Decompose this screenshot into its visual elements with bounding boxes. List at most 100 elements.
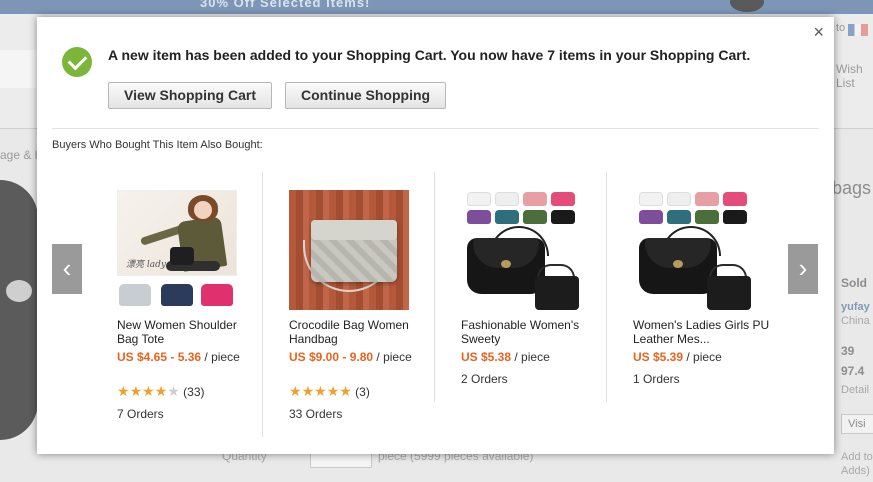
- photo-detail: [170, 247, 194, 265]
- photo-signature: 漂亮 lady: [126, 260, 166, 270]
- view-shopping-cart-button[interactable]: View Shopping Cart: [108, 82, 272, 109]
- color-swatch: [723, 210, 747, 224]
- product-price: US $9.00 - 9.80 / piece: [289, 350, 429, 364]
- ship-to-label: to: [836, 22, 846, 34]
- star-icon: ★: [301, 383, 315, 399]
- order-count: 1 Orders: [633, 372, 680, 386]
- product-rating: ★★★★★ (33): [117, 383, 205, 400]
- seller-name[interactable]: yufay: [841, 300, 870, 314]
- recommendation-carousel: ‹ › 漂亮 lady New Women Shoulder Bag Tote …: [37, 172, 834, 442]
- product-rating: ★★★★★ (3): [289, 383, 370, 400]
- chevron-right-icon[interactable]: ›: [788, 244, 818, 294]
- wish-list-link[interactable]: Wish List: [836, 62, 873, 90]
- product-image[interactable]: [461, 190, 581, 310]
- price-amount: US $5.38: [461, 350, 512, 364]
- add-to-cart-modal: × A new item has been added to your Shop…: [37, 17, 834, 454]
- star-icon: ★: [154, 383, 168, 399]
- color-swatch: [639, 210, 663, 224]
- product-photo-clasp: [6, 280, 32, 302]
- seller-stat-feedback: 97.4: [841, 364, 865, 378]
- price-unit: / piece: [201, 350, 240, 364]
- product-title[interactable]: New Women Shoulder Bag Tote: [117, 318, 257, 346]
- photo-detail: [707, 276, 751, 310]
- photo-detail: [311, 220, 397, 240]
- color-swatch: [639, 192, 663, 206]
- visit-store-button[interactable]: Visi: [841, 414, 873, 434]
- product-photo-black-bag: [633, 190, 753, 310]
- product-image[interactable]: [633, 190, 753, 310]
- close-icon[interactable]: ×: [813, 23, 824, 41]
- product-price: US $5.38 / piece: [461, 350, 601, 364]
- seller-country: China: [841, 315, 870, 327]
- product-image[interactable]: 漂亮 lady: [117, 190, 237, 306]
- rating-count[interactable]: (33): [183, 385, 204, 399]
- check-circle-icon: [62, 47, 92, 77]
- carousel-divider: [262, 172, 263, 437]
- color-swatch: [467, 210, 491, 224]
- star-icon: ★: [167, 383, 180, 399]
- product-title-fragment: bags: [832, 178, 872, 198]
- price-unit: / piece: [683, 350, 722, 364]
- product-photo-black-bag: [461, 190, 581, 310]
- divider: [52, 128, 819, 129]
- product-title[interactable]: Fashionable Women's Sweety: [461, 318, 601, 346]
- cart-confirmation-message: A new item has been added to your Shoppi…: [108, 47, 751, 63]
- photo-detail: [535, 276, 579, 310]
- seller-stat-score: 39: [841, 344, 855, 358]
- star-icon: ★: [339, 383, 352, 399]
- star-icon: ★: [326, 383, 340, 399]
- promo-banner-text: 30% Off Selected Items!: [200, 0, 371, 10]
- color-swatch: [667, 192, 691, 206]
- photo-detail: [501, 260, 511, 268]
- order-count: 7 Orders: [117, 407, 164, 421]
- product-photo: [0, 180, 38, 440]
- photo-detail: [673, 260, 683, 268]
- promo-badge: [730, 0, 764, 12]
- product-photo-model: 漂亮 lady: [117, 190, 237, 276]
- product-photo-crocodile: [289, 190, 409, 310]
- color-swatch: [551, 192, 575, 206]
- carousel-divider: [434, 172, 435, 402]
- price-unit: / piece: [373, 350, 412, 364]
- star-icon: ★: [142, 383, 155, 399]
- star-icon: ★: [117, 383, 130, 399]
- product-image[interactable]: [289, 190, 409, 310]
- chevron-left-icon[interactable]: ‹: [52, 244, 82, 294]
- seller-info[interactable]: yufay China: [841, 300, 870, 328]
- color-thumbnail[interactable]: [201, 284, 233, 306]
- product-title[interactable]: Women's Ladies Girls PU Leather Mes...: [633, 318, 773, 346]
- color-swatch: [495, 210, 519, 224]
- color-swatch: [495, 192, 519, 206]
- color-swatch: [467, 192, 491, 206]
- order-count: 2 Orders: [461, 372, 508, 386]
- rating-count[interactable]: (3): [355, 385, 370, 399]
- color-swatch: [523, 192, 547, 206]
- color-swatch: [551, 210, 575, 224]
- product-price: US $5.39 / piece: [633, 350, 773, 364]
- color-swatch: [695, 192, 719, 206]
- flag-icon: [848, 24, 868, 36]
- color-swatch: [523, 210, 547, 224]
- color-thumbnail[interactable]: [161, 284, 193, 306]
- color-swatch: [667, 210, 691, 224]
- carousel-divider: [606, 172, 607, 402]
- add-to-wishlist-text[interactable]: Add to Adds): [841, 450, 873, 478]
- star-icon: ★: [129, 383, 143, 399]
- sold-by-label: Sold: [841, 276, 867, 290]
- seller-detail-link[interactable]: Detail: [841, 384, 869, 396]
- photo-detail: [194, 201, 212, 219]
- color-swatch: [695, 210, 719, 224]
- order-count: 33 Orders: [289, 407, 343, 421]
- also-bought-heading: Buyers Who Bought This Item Also Bought:: [52, 139, 263, 151]
- price-unit: / piece: [511, 350, 550, 364]
- breadcrumb: age & l: [0, 148, 38, 162]
- star-icon: ★: [289, 383, 302, 399]
- continue-shopping-button[interactable]: Continue Shopping: [285, 82, 447, 109]
- color-swatch: [723, 192, 747, 206]
- price-amount: US $9.00 - 9.80: [289, 350, 374, 364]
- price-amount: US $5.39: [633, 350, 684, 364]
- product-price: US $4.65 - 5.36 / piece: [117, 350, 257, 364]
- color-thumbnail[interactable]: [119, 284, 151, 306]
- promo-banner: 30% Off Selected Items!: [0, 0, 873, 14]
- product-title[interactable]: Crocodile Bag Women Handbag: [289, 318, 429, 346]
